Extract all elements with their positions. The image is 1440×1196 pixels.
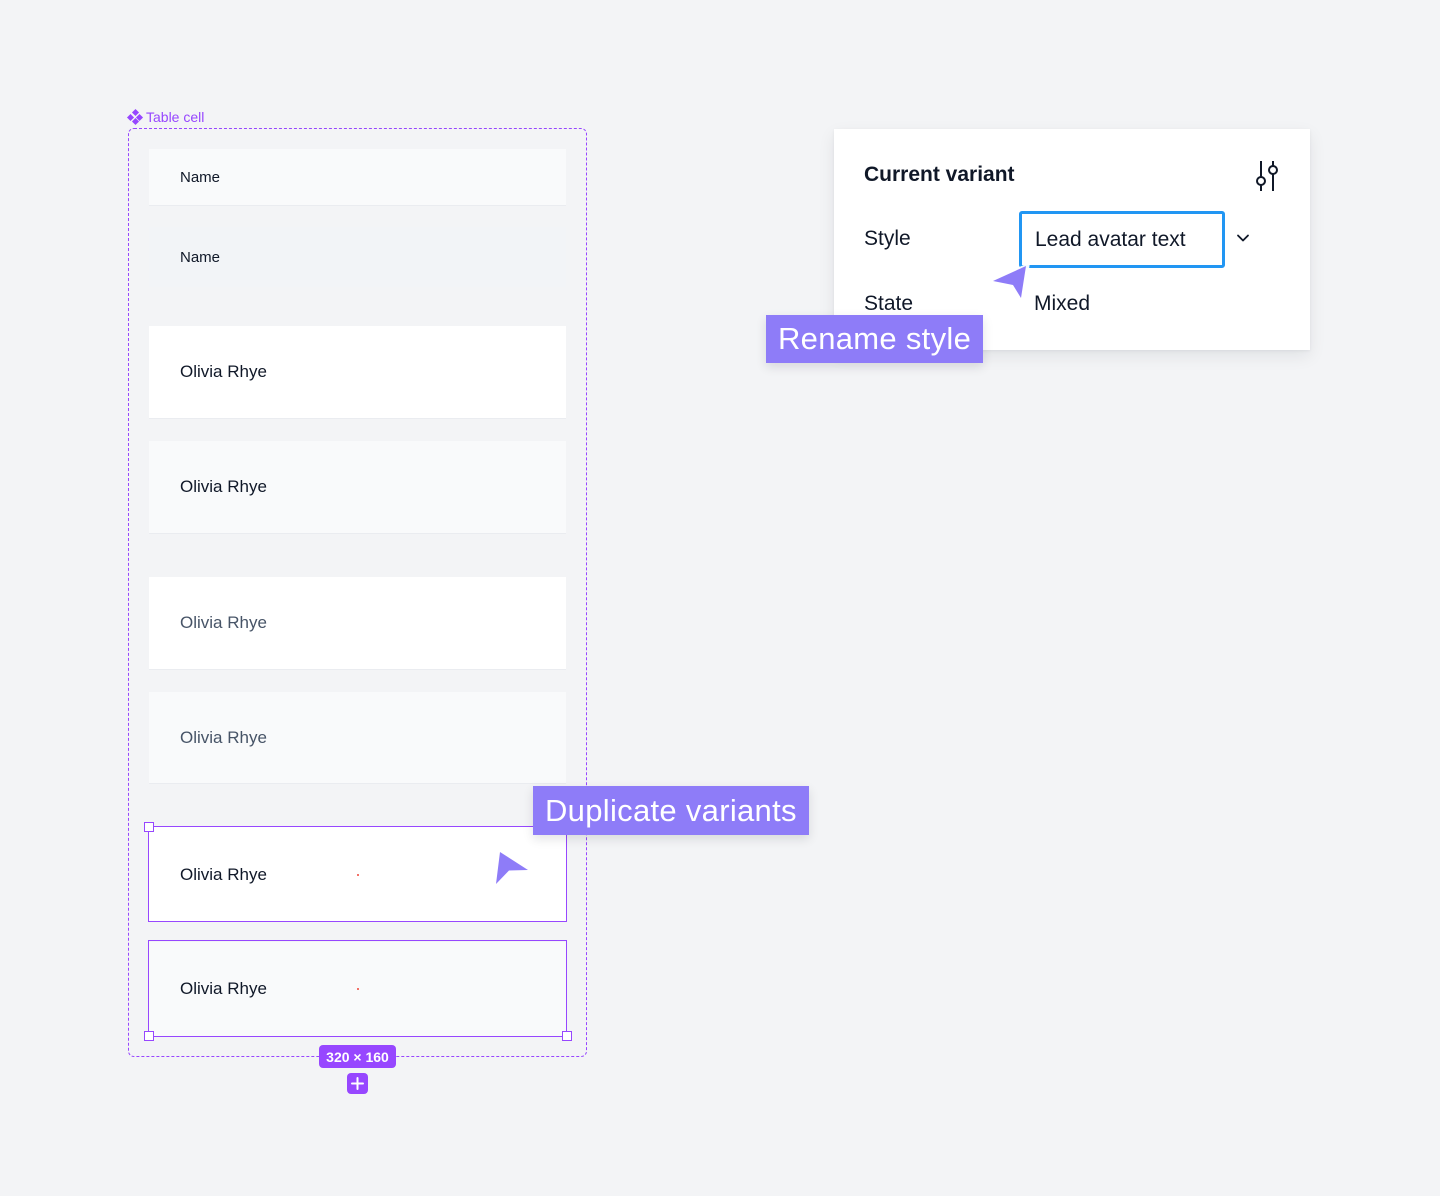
style-label: Style — [864, 227, 911, 250]
cell-text: Name — [180, 168, 221, 186]
center-marker — [357, 988, 359, 990]
sliders-icon[interactable] — [1250, 159, 1282, 193]
cursor-arrow-icon — [988, 262, 1030, 304]
cell-text: Olivia Rhye — [180, 477, 267, 496]
table-cell-text[interactable]: Olivia Rhye — [149, 577, 566, 670]
component-set-name: Table cell — [146, 109, 205, 125]
style-value: Lead avatar text — [1035, 227, 1186, 251]
chevron-down-icon[interactable] — [1234, 229, 1252, 247]
center-marker — [357, 874, 359, 876]
table-cell-lead-avatar[interactable]: Olivia Rhye — [149, 326, 566, 419]
rename-style-callout: Rename style — [766, 315, 984, 363]
duplicate-variants-callout: Duplicate variants — [533, 786, 809, 835]
cell-text: Olivia Rhye — [180, 362, 267, 381]
table-cell-header-alt[interactable]: Name — [149, 227, 566, 287]
resize-handle-bottom-left[interactable] — [144, 1031, 154, 1041]
table-cell-lead-avatar-alt[interactable]: Olivia Rhye — [149, 441, 566, 534]
cell-text: Olivia Rhye — [180, 727, 267, 747]
component-set-icon — [126, 108, 144, 126]
cell-text: Olivia Rhye — [180, 613, 267, 632]
resize-handle-top-left[interactable] — [144, 822, 154, 832]
table-cell-header[interactable]: Name — [149, 149, 566, 206]
add-variant-button[interactable] — [347, 1073, 368, 1094]
cell-text: Olivia Rhye — [180, 864, 267, 884]
style-name-input[interactable]: Lead avatar text — [1019, 211, 1225, 268]
panel-title: Current variant — [864, 163, 1015, 186]
component-set-label[interactable]: Table cell — [126, 108, 205, 126]
plus-icon — [351, 1077, 364, 1090]
cursor-arrow-icon — [494, 848, 532, 888]
resize-handle-bottom-right[interactable] — [562, 1031, 572, 1041]
state-value[interactable]: Mixed — [1034, 292, 1090, 316]
selection-size-badge: 320 × 160 — [319, 1045, 396, 1068]
cell-text: Name — [180, 248, 221, 266]
table-cell-text-alt[interactable]: Olivia Rhye — [149, 692, 566, 784]
state-label: State — [864, 292, 914, 315]
cell-text: Olivia Rhye — [180, 979, 267, 998]
